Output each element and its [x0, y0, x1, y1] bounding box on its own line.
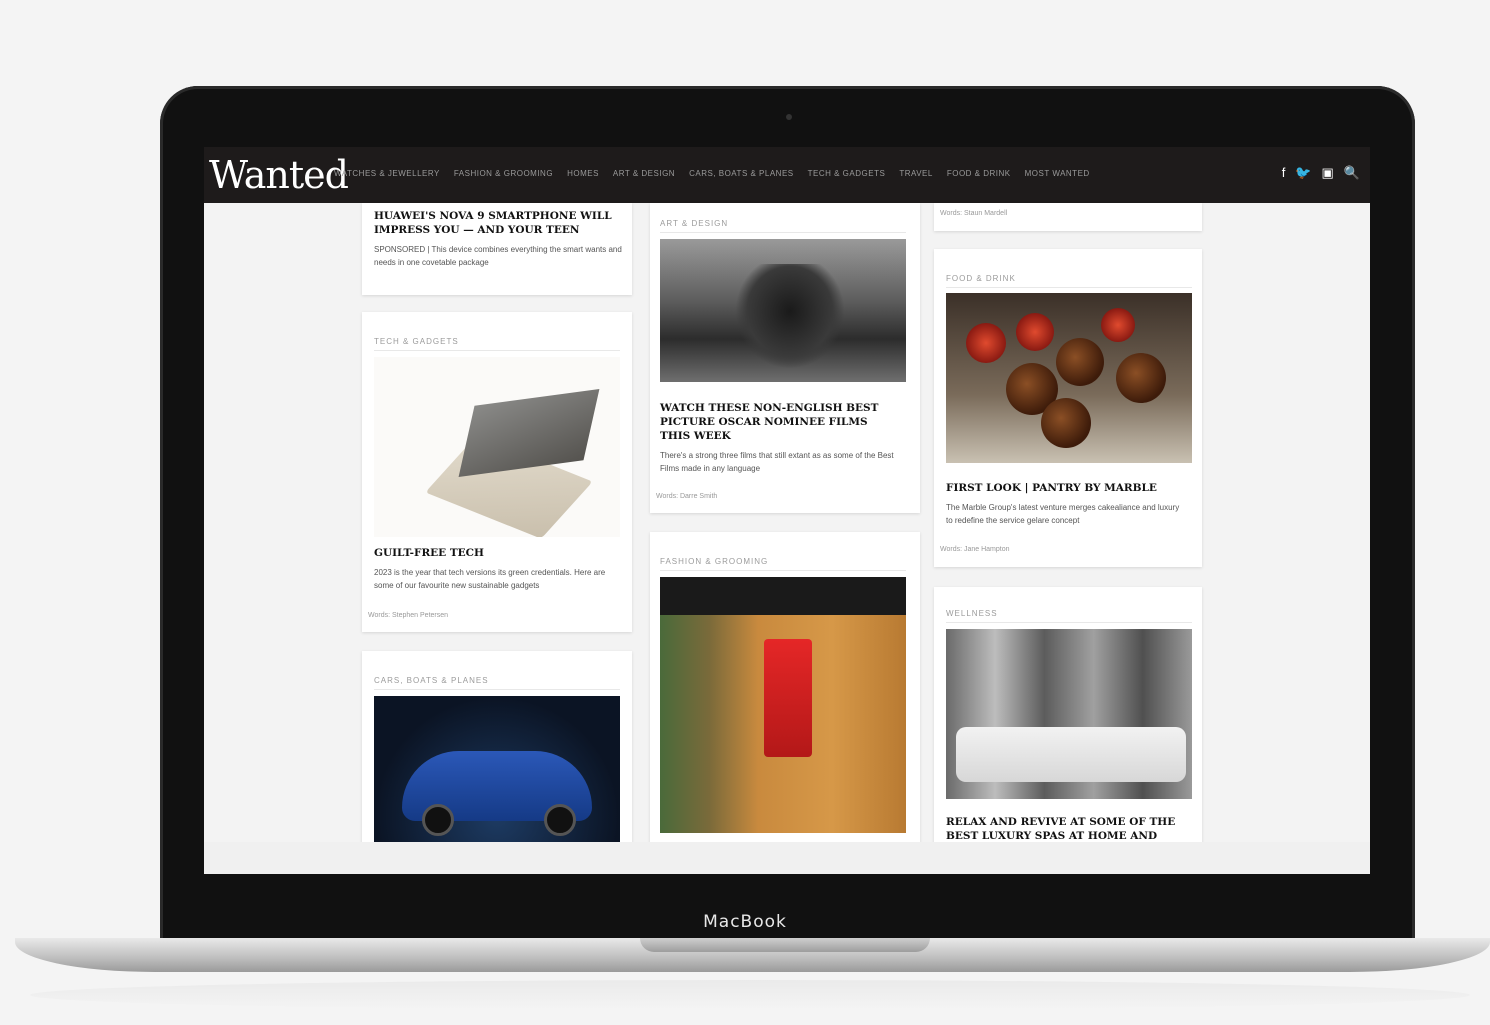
divider: [946, 622, 1192, 623]
camera-icon: [786, 114, 792, 120]
article-image[interactable]: [660, 577, 906, 833]
article-author: Words: Staun Mardell: [940, 210, 1008, 217]
divider: [374, 350, 620, 351]
pastry-shape: [1116, 353, 1166, 403]
article-image[interactable]: [374, 357, 620, 537]
main-nav: WATCHES & JEWELLERY FASHION & GROOMING H…: [334, 169, 1090, 178]
article-title[interactable]: HUAWEI'S NOVA 9 SmARTPHONE WILL IMPRESS …: [374, 209, 624, 237]
article-card-cars[interactable]: CARS, BOATS & PLANES: [362, 651, 632, 842]
article-card-food[interactable]: FOOD & DRINK FIRST LOOK | PANTRY BY MARB…: [934, 249, 1202, 567]
divider: [660, 232, 906, 233]
nav-item-cars[interactable]: CARS, BOATS & PLANES: [689, 169, 794, 178]
nav-item-tech[interactable]: TECH & GADGETS: [808, 169, 886, 178]
instagram-icon[interactable]: ▣: [1322, 165, 1334, 181]
people-silhouette-shape: [735, 264, 845, 369]
article-title[interactable]: WATCH THESE NON-ENGLISH BEST PICTURE OSC…: [660, 401, 900, 443]
facebook-icon[interactable]: f: [1282, 165, 1286, 181]
site-logo[interactable]: Wanted: [209, 153, 349, 197]
pastry-shape: [1041, 398, 1091, 448]
article-image[interactable]: [946, 629, 1192, 799]
social-icons: f 🐦 ▣ 🔍: [1282, 165, 1360, 181]
article-card-films[interactable]: ART & DESIGN WATCH THESE NON-ENGLISH BES…: [650, 203, 920, 513]
reflection: [30, 980, 1470, 1010]
divider: [946, 287, 1192, 288]
article-excerpt: The Marble Group's latest venture merges…: [946, 503, 1180, 525]
nav-item-food[interactable]: FOOD & DRINK: [947, 169, 1011, 178]
article-category[interactable]: TECH & GADGETS: [374, 337, 620, 346]
nav-item-homes[interactable]: HOMES: [567, 169, 599, 178]
car-wheel: [544, 804, 576, 836]
article-card-phone[interactable]: HUAWEI'S NOVA 9 SmARTPHONE WILL IMPRESS …: [362, 203, 632, 295]
flower-shape: [1016, 313, 1054, 351]
black-top-shape: [660, 577, 906, 615]
article-title[interactable]: FIRST LOOK | PANTRY BY MARBLE: [946, 481, 1192, 495]
search-icon[interactable]: 🔍: [1344, 165, 1360, 181]
article-excerpt: 2023 is the year that tech versions its …: [374, 568, 606, 590]
article-image[interactable]: [946, 293, 1192, 463]
nav-item-watches[interactable]: WATCHES & JEWELLERY: [334, 169, 440, 178]
divider: [660, 570, 906, 571]
red-bag-shape: [764, 639, 812, 757]
screen-bottom-strip: [204, 842, 1370, 874]
article-category[interactable]: WELLNESS: [946, 609, 1192, 618]
nav-item-most-wanted[interactable]: MOST WANTED: [1025, 169, 1090, 178]
pastry-shape: [1056, 338, 1104, 386]
spa-bed-shape: [956, 727, 1186, 782]
article-card-wellness[interactable]: WELLNESS RELAX AND REVIVE AT SOME OF THE…: [934, 587, 1202, 842]
laptop-notch: [640, 938, 930, 952]
browser-screen: Wanted WATCHES & JEWELLERY FASHION & GRO…: [204, 147, 1370, 842]
article-category[interactable]: FOOD & DRINK: [946, 274, 1192, 283]
divider: [374, 689, 620, 690]
article-card-fashion[interactable]: FASHION & GROOMING: [650, 532, 920, 842]
site-header: Wanted WATCHES & JEWELLERY FASHION & GRO…: [204, 147, 1370, 203]
flower-shape: [966, 323, 1006, 363]
article-card-tech[interactable]: TECH & GADGETS GUILT-FREE TECH 2023 is t…: [362, 312, 632, 632]
article-excerpt: There's a strong three films that still …: [660, 451, 894, 473]
nav-item-art[interactable]: ART & DESIGN: [613, 169, 675, 178]
article-title[interactable]: RELAX AND REVIVE AT SOME OF THE BEST LUX…: [946, 815, 1192, 842]
article-author: Words: Stephen Petersen: [368, 612, 449, 619]
nav-item-fashion[interactable]: FASHION & GROOMING: [454, 169, 553, 178]
article-excerpt: SPONSORED | This device combines everyth…: [374, 245, 622, 267]
article-category[interactable]: CARS, BOATS & PLANES: [374, 676, 620, 685]
twitter-icon[interactable]: 🐦: [1295, 165, 1311, 181]
car-wheel: [422, 804, 454, 836]
article-image[interactable]: [660, 239, 906, 382]
flower-shape: [1101, 308, 1135, 342]
article-author: Words: Darre Smith: [656, 493, 718, 500]
device-label: MacBook: [703, 912, 787, 932]
article-category[interactable]: FASHION & GROOMING: [660, 557, 906, 566]
nav-item-travel[interactable]: TRAVEL: [899, 169, 933, 178]
article-image[interactable]: [374, 696, 620, 842]
article-author: Words: Jane Hampton: [940, 546, 1010, 553]
article-title[interactable]: GUILT-FREE TECH: [374, 546, 620, 560]
laptop-lid-shape: [458, 388, 600, 478]
article-category[interactable]: ART & DESIGN: [660, 219, 906, 228]
article-card-top-right[interactable]: Words: Staun Mardell: [934, 203, 1202, 231]
